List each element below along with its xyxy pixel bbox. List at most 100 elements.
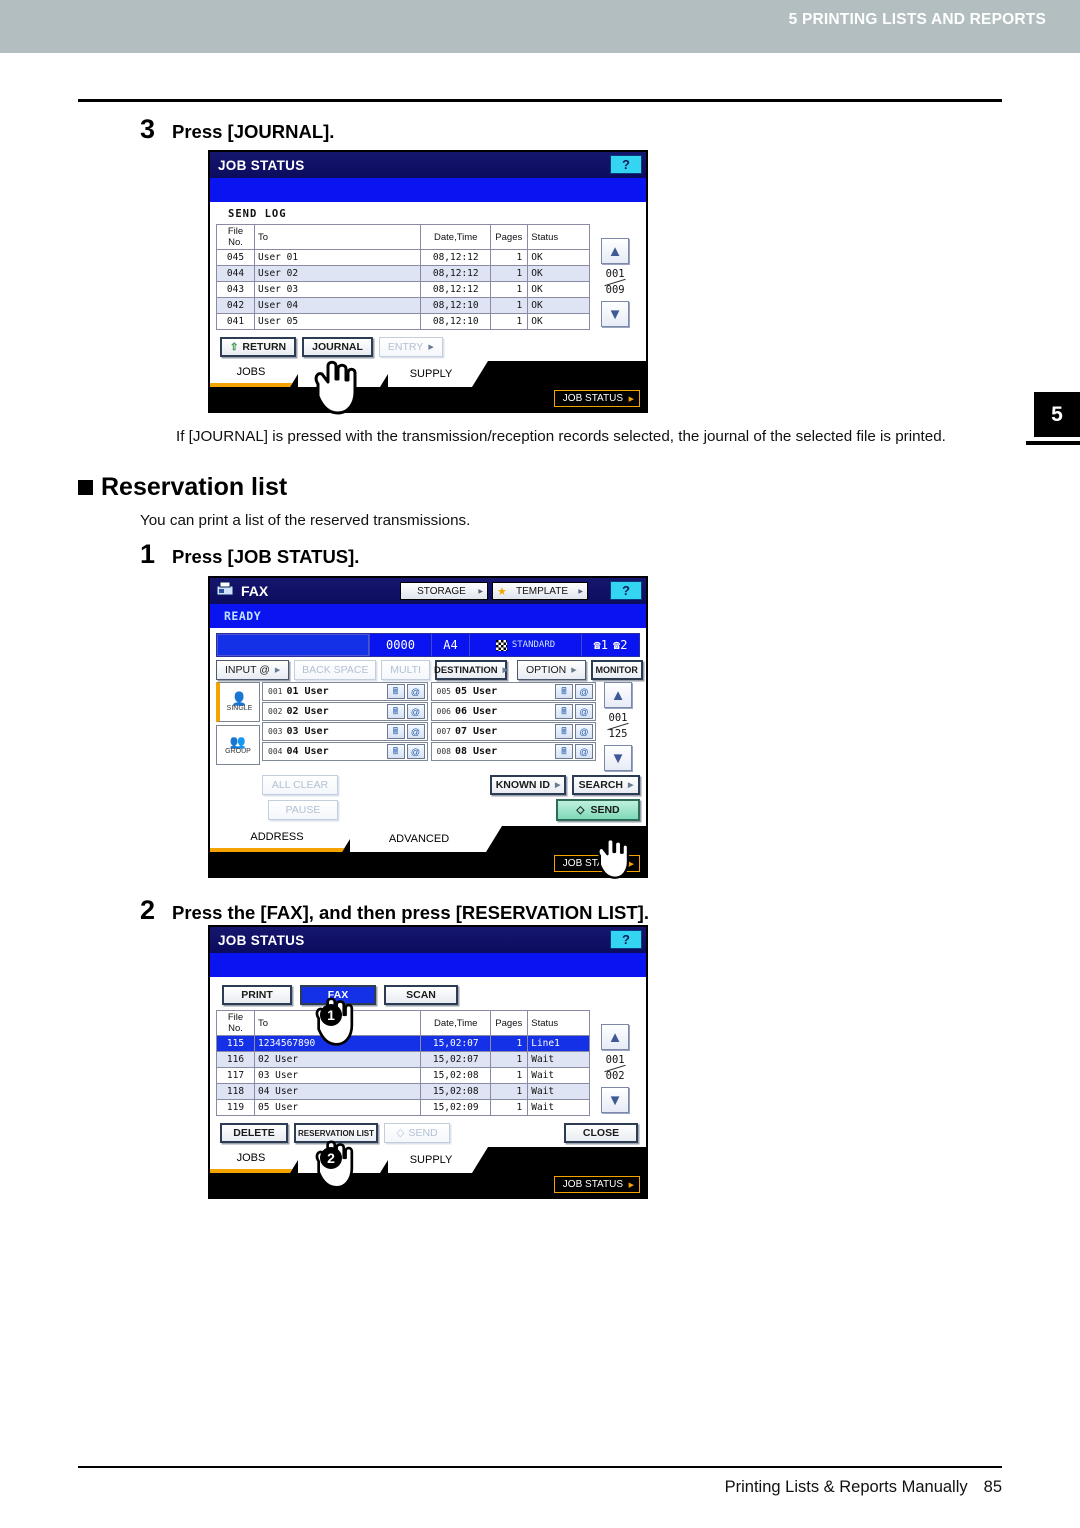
table-row[interactable]: 041 User 05 08,12:10 1 OK [216, 313, 591, 330]
scroll-up-icon[interactable]: ▲ [601, 1024, 630, 1050]
job-status-chip[interactable]: JOB STATUS ▶ [553, 855, 640, 873]
scroll-down-icon[interactable]: ▼ [601, 1087, 630, 1114]
list-item[interactable]: 008 08 User 🖩 @ [430, 742, 596, 761]
fax-icon[interactable]: 🖩 [386, 684, 405, 699]
table-row[interactable]: 115 1234567890 15,02:07 1 Line1 [216, 1035, 591, 1052]
fax-ready-bar: READY [210, 604, 646, 628]
tab-log[interactable]: LOG [298, 361, 396, 387]
help-icon[interactable]: ? [610, 155, 642, 174]
tab-supply[interactable]: SUPPLY [388, 1147, 488, 1173]
fax-icon[interactable]: 🖩 [555, 704, 573, 719]
sidebar-item-group[interactable]: 👥 GROUP [216, 725, 260, 765]
email-icon[interactable]: @ [575, 684, 593, 699]
close-button[interactable]: CLOSE [564, 1123, 638, 1143]
list-item[interactable]: 004 04 User 🖩 @ [262, 742, 428, 761]
fax-icon[interactable]: 🖩 [386, 744, 405, 759]
list-item[interactable]: 005 05 User 🖩 @ [430, 682, 596, 701]
send-button[interactable]: ◇ SEND [556, 799, 640, 822]
job-status-chip[interactable]: JOB STATUS ▶ [553, 390, 640, 407]
reservation-list-button[interactable]: RESERVATION LIST [294, 1123, 378, 1143]
journal-note-text: If [JOURNAL] is pressed with the transmi… [176, 428, 946, 445]
chevron-right-icon: ▶ [478, 588, 483, 595]
table-row[interactable]: 116 02 User 15,02:07 1 Wait [216, 1051, 591, 1068]
tab-supply[interactable]: SUPPLY [388, 361, 488, 387]
cell-status: OK [527, 297, 591, 314]
scroll-down-icon[interactable]: ▼ [604, 745, 632, 772]
email-icon[interactable]: @ [406, 684, 425, 699]
table-row[interactable]: 118 04 User 15,02:08 1 Wait [216, 1083, 591, 1100]
storage-button[interactable]: STORAGE ▶ [400, 582, 488, 600]
email-icon[interactable]: @ [406, 744, 425, 759]
all-clear-button-label: ALL CLEAR [271, 779, 329, 792]
table-row[interactable]: 119 05 User 15,02:09 1 Wait [216, 1099, 591, 1116]
send-button[interactable]: ◇ SEND [384, 1123, 450, 1143]
cell-file-no: 115 [216, 1035, 255, 1052]
sidebar-item-single[interactable]: 👤 SINGLE [216, 682, 260, 722]
delete-button[interactable]: DELETE [220, 1123, 288, 1143]
tab-log[interactable]: LOG [298, 1147, 396, 1173]
job-status-chip[interactable]: JOB STATUS ▶ [553, 1176, 640, 1193]
monitor-button[interactable]: MONITOR [590, 660, 643, 680]
table-row[interactable]: 117 03 User 15,02:08 1 Wait [216, 1067, 591, 1084]
tab-jobs[interactable]: JOBS [210, 361, 306, 387]
address-index: 006 [436, 707, 451, 716]
list-item[interactable]: 007 07 User 🖩 @ [430, 722, 596, 741]
cell-status: OK [527, 265, 591, 282]
fax-number-display[interactable] [217, 634, 369, 656]
scroll-down-icon[interactable]: ▼ [601, 301, 630, 328]
list-item[interactable]: 006 06 User 🖩 @ [430, 702, 596, 721]
tab-advanced[interactable]: ADVANCED [350, 826, 502, 852]
list-item[interactable]: 002 02 User 🖩 @ [262, 702, 428, 721]
search-button[interactable]: SEARCH ▶ [572, 775, 640, 796]
scroll-up-icon[interactable]: ▲ [601, 238, 630, 264]
table-row[interactable]: 043 User 03 08,12:12 1 OK [216, 281, 591, 298]
fax-icon[interactable]: 🖩 [386, 704, 405, 719]
table-row[interactable]: 042 User 04 08,12:10 1 OK [216, 297, 591, 314]
fax-icon[interactable]: 🖩 [555, 684, 573, 699]
cell-file-no: 042 [216, 297, 255, 314]
scroll-position: 001 002 [604, 1054, 626, 1082]
email-icon[interactable]: @ [406, 724, 425, 739]
all-clear-button[interactable]: ALL CLEAR [262, 775, 338, 796]
fax-icon[interactable]: 🖩 [386, 724, 405, 739]
email-icon[interactable]: @ [575, 724, 593, 739]
send-log-label: SEND LOG [228, 208, 287, 220]
monitor-button-label: MONITOR [595, 665, 638, 675]
tab-scan[interactable]: SCAN [384, 985, 458, 1005]
table-row[interactable]: 044 User 02 08,12:12 1 OK [216, 265, 591, 282]
list-item[interactable]: 001 01 User 🖩 @ [262, 682, 428, 701]
destination-button[interactable]: DESTINATION ▶ [434, 660, 508, 680]
back-space-button[interactable]: BACK SPACE [294, 660, 377, 680]
tab-address[interactable]: ADDRESS [210, 826, 358, 852]
help-icon[interactable]: ? [610, 930, 642, 949]
table-row[interactable]: 045 User 01 08,12:12 1 OK [216, 249, 591, 266]
tab-jobs[interactable]: JOBS [210, 1147, 306, 1173]
tab-fax[interactable]: FAX [300, 985, 376, 1005]
template-button[interactable]: ★ TEMPLATE ▶ [492, 582, 588, 600]
email-icon[interactable]: @ [575, 704, 593, 719]
cell-datetime: 08,12:12 [420, 249, 492, 266]
tab-print[interactable]: PRINT [222, 985, 292, 1005]
fax-icon[interactable]: 🖩 [555, 744, 573, 759]
address-name: 02 User [286, 706, 329, 717]
option-button[interactable]: OPTION ▶ [517, 660, 586, 680]
list-item[interactable]: 003 03 User 🖩 @ [262, 722, 428, 741]
pause-button[interactable]: PAUSE [268, 800, 338, 821]
email-icon[interactable]: @ [575, 744, 593, 759]
scroll-up-icon[interactable]: ▲ [604, 682, 632, 708]
cell-pages: 1 [490, 249, 529, 266]
multi-button[interactable]: MULTI [381, 660, 431, 680]
chevron-right-icon: ▶ [628, 860, 634, 868]
return-button[interactable]: ⇧ RETURN [220, 337, 297, 357]
email-icon[interactable]: @ [406, 704, 425, 719]
journal-button[interactable]: JOURNAL [302, 337, 373, 357]
line-1-label: 1 [600, 638, 608, 652]
known-id-button[interactable]: KNOWN ID ▶ [490, 775, 566, 796]
address-index: 008 [436, 747, 451, 756]
help-icon[interactable]: ? [610, 581, 642, 600]
entry-button[interactable]: ENTRY ▶ [378, 337, 443, 357]
input-at-button[interactable]: INPUT @ ▶ [216, 660, 290, 680]
tab-jobs-label: JOBS [236, 1152, 266, 1164]
fax-icon[interactable]: 🖩 [555, 724, 573, 739]
lcd-body: PRINT FAX SCAN File No. To Date,Time Pag… [210, 977, 646, 1197]
